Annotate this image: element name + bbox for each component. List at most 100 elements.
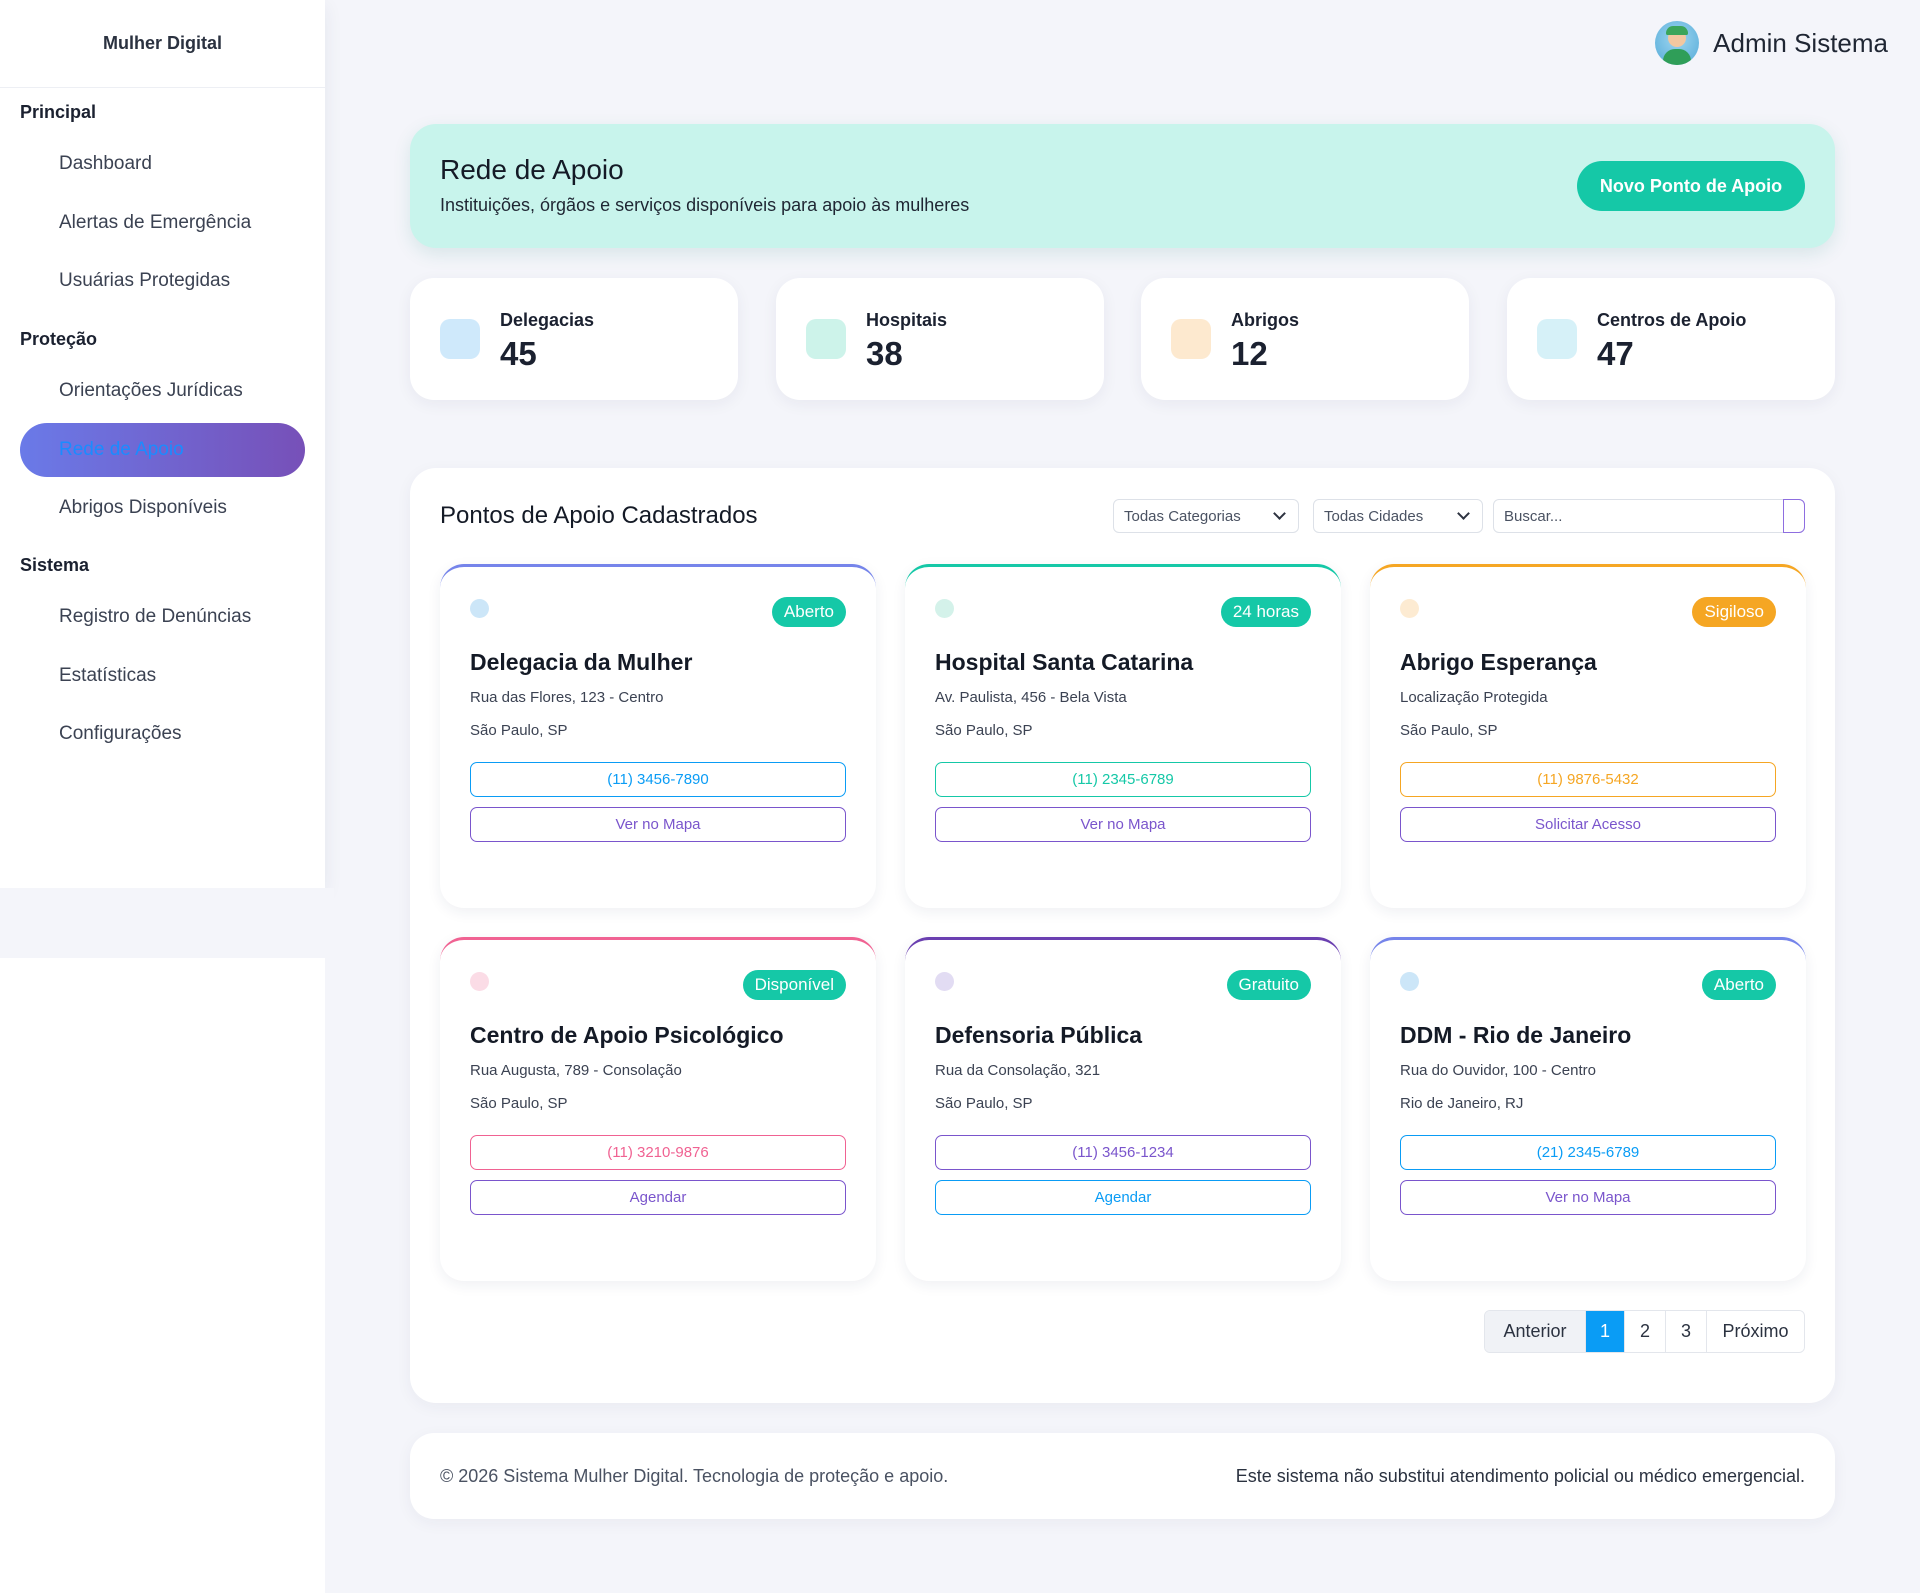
stat-value: 47 [1597, 335, 1634, 372]
footer-copyright: © 2026 Sistema Mulher Digital. Tecnologi… [440, 1466, 949, 1486]
card-action-button[interactable]: Agendar [935, 1180, 1311, 1215]
card-city: São Paulo, SP [935, 1095, 1033, 1112]
phone-button[interactable]: (11) 3210-9876 [470, 1135, 846, 1170]
city-filter-value: Todas Cidades [1324, 507, 1424, 525]
card-address: Rua das Flores, 123 - Centro [470, 689, 664, 706]
search-button[interactable] [1783, 499, 1805, 533]
card-action-button[interactable]: Agendar [470, 1180, 846, 1215]
sidebar-item-alertas[interactable]: Alertas de Emergência [20, 196, 305, 250]
search-input[interactable] [1493, 499, 1805, 533]
category-icon [470, 599, 489, 618]
card-action-button[interactable]: Ver no Mapa [935, 807, 1311, 842]
card-action-button[interactable]: Ver no Mapa [1400, 1180, 1776, 1215]
footer-disclaimer: Este sistema não substitui atendimento p… [1235, 1466, 1805, 1486]
sidebar-item-dashboard[interactable]: Dashboard [20, 137, 305, 191]
police-icon [440, 319, 480, 359]
category-icon [935, 972, 954, 991]
hospital-icon [806, 319, 846, 359]
stat-label: Centros de Apoio [1597, 310, 1747, 330]
card-title: Hospital Santa Catarina [935, 649, 1194, 675]
page-header-banner: Rede de Apoio Instituições, órgãos e ser… [410, 124, 1835, 248]
category-icon [470, 972, 489, 991]
stat-value: 38 [866, 335, 903, 372]
card-city: São Paulo, SP [470, 1095, 568, 1112]
sidebar: Mulher Digital Principal Dashboard Alert… [0, 0, 325, 888]
phone-button[interactable]: (11) 2345-6789 [935, 762, 1311, 797]
support-point-card: Aberto DDM - Rio de Janeiro Rua do Ouvid… [1370, 937, 1806, 1281]
card-city: Rio de Janeiro, RJ [1400, 1095, 1524, 1112]
shelter-icon [1171, 319, 1211, 359]
phone-button[interactable]: (11) 3456-7890 [470, 762, 846, 797]
card-title: Abrigo Esperança [1400, 649, 1597, 675]
stat-card-hospitais: Hospitais 38 [776, 278, 1104, 400]
pagination-page-3[interactable]: 3 [1665, 1311, 1706, 1352]
pagination-page-1[interactable]: 1 [1585, 1311, 1624, 1352]
support-point-card: 24 horas Hospital Santa Catarina Av. Pau… [905, 564, 1341, 908]
sidebar-item-usuarias[interactable]: Usuárias Protegidas [20, 254, 305, 308]
status-badge: Gratuito [1226, 970, 1311, 1000]
card-title: Centro de Apoio Psicológico [470, 1022, 784, 1048]
chevron-down-icon [1273, 507, 1286, 520]
category-icon [935, 599, 954, 618]
phone-button[interactable]: (21) 2345-6789 [1400, 1135, 1776, 1170]
sidebar-item-denuncias[interactable]: Registro de Denúncias [20, 590, 305, 644]
avatar [1655, 21, 1700, 65]
phone-button[interactable]: (11) 3456-1234 [935, 1135, 1311, 1170]
list-title: Pontos de Apoio Cadastrados [440, 502, 758, 529]
category-icon [1400, 599, 1419, 618]
brand-logo[interactable]: Mulher Digital [0, 0, 325, 88]
stat-card-centros: Centros de Apoio 47 [1507, 278, 1835, 400]
page-title: Rede de Apoio [440, 154, 624, 185]
support-points-panel: Pontos de Apoio Cadastrados Todas Catego… [410, 468, 1835, 1403]
card-address: Rua do Ouvidor, 100 - Centro [1400, 1062, 1596, 1079]
nav-section-sistema: Sistema [20, 555, 90, 575]
pagination-prev[interactable]: Anterior [1485, 1311, 1585, 1352]
card-address: Rua da Consolação, 321 [935, 1062, 1101, 1079]
nav-section-protecao: Proteção [20, 329, 98, 349]
category-icon [1400, 972, 1419, 991]
pagination-page-2[interactable]: 2 [1624, 1311, 1665, 1352]
new-support-point-button[interactable]: Novo Ponto de Apoio [1577, 161, 1805, 211]
stat-value: 12 [1231, 335, 1268, 372]
card-city: São Paulo, SP [1400, 722, 1498, 739]
status-badge: Aberto [771, 597, 846, 627]
card-address: Localização Protegida [1400, 689, 1548, 706]
stat-label: Abrigos [1231, 310, 1300, 330]
stat-card-delegacias: Delegacias 45 [410, 278, 738, 400]
stat-label: Delegacias [500, 310, 595, 330]
sidebar-gap [0, 888, 334, 958]
page-subtitle: Instituições, órgãos e serviços disponív… [440, 195, 970, 215]
card-title: Defensoria Pública [935, 1022, 1143, 1048]
stat-card-abrigos: Abrigos 12 [1141, 278, 1469, 400]
phone-button[interactable]: (11) 9876-5432 [1400, 762, 1776, 797]
card-address: Av. Paulista, 456 - Bela Vista [935, 689, 1127, 706]
card-city: São Paulo, SP [470, 722, 568, 739]
pagination-next[interactable]: Próximo [1706, 1311, 1804, 1352]
sidebar-item-rede-de-apoio[interactable]: Rede de Apoio [20, 423, 305, 477]
status-badge: Disponível [742, 970, 846, 1000]
sidebar-item-orientacoes[interactable]: Orientações Jurídicas [20, 364, 305, 418]
support-point-card: Gratuito Defensoria Pública Rua da Conso… [905, 937, 1341, 1281]
status-badge: Sigiloso [1692, 597, 1776, 627]
stat-label: Hospitais [866, 310, 948, 330]
status-badge: Aberto [1701, 970, 1776, 1000]
category-filter-value: Todas Categorias [1124, 507, 1241, 525]
card-action-button[interactable]: Solicitar Acesso [1400, 807, 1776, 842]
city-filter[interactable]: Todas Cidades [1313, 499, 1483, 533]
nav-section-principal: Principal [20, 102, 97, 122]
user-menu[interactable]: Admin Sistema [1655, 20, 1888, 66]
card-action-button[interactable]: Ver no Mapa [470, 807, 846, 842]
footer: © 2026 Sistema Mulher Digital. Tecnologi… [410, 1433, 1835, 1519]
status-badge: 24 horas [1220, 597, 1311, 627]
card-city: São Paulo, SP [935, 722, 1033, 739]
category-filter[interactable]: Todas Categorias [1113, 499, 1299, 533]
sidebar-item-estatisticas[interactable]: Estatísticas [20, 649, 305, 703]
sidebar-item-configuracoes[interactable]: Configurações [20, 707, 305, 761]
support-center-icon [1537, 319, 1577, 359]
sidebar-item-abrigos[interactable]: Abrigos Disponíveis [20, 481, 305, 535]
support-point-card: Aberto Delegacia da Mulher Rua das Flore… [440, 564, 876, 908]
stat-value: 45 [500, 335, 537, 372]
chevron-down-icon [1457, 507, 1470, 520]
user-name: Admin Sistema [1713, 27, 1888, 58]
support-point-card: Sigiloso Abrigo Esperança Localização Pr… [1370, 564, 1806, 908]
